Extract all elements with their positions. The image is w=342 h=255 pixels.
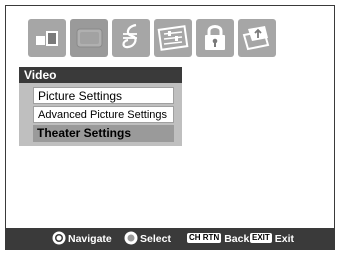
menu-item-advanced-picture-settings[interactable]: Advanced Picture Settings bbox=[33, 106, 174, 123]
tab-lock[interactable] bbox=[196, 19, 234, 57]
exit-key: EXIT bbox=[250, 233, 272, 244]
setup-icon bbox=[157, 25, 189, 51]
navigate-label: Navigate bbox=[68, 233, 112, 245]
footer-navigate: Navigate bbox=[52, 228, 112, 250]
footer-bar: Navigate Select CH RTN Back EXIT Exit bbox=[5, 228, 335, 250]
tab-audio[interactable] bbox=[112, 19, 150, 57]
tab-picture[interactable] bbox=[28, 19, 66, 57]
footer-select: Select bbox=[124, 228, 171, 250]
footer-exit: EXIT Exit bbox=[250, 228, 294, 250]
menu-item-picture-settings[interactable]: Picture Settings bbox=[33, 87, 174, 104]
lock-icon bbox=[205, 25, 225, 50]
menu-title: Video bbox=[19, 67, 182, 83]
tab-setup[interactable] bbox=[154, 19, 192, 57]
menu-panel: Picture Settings Advanced Picture Settin… bbox=[19, 83, 182, 146]
picture-icon bbox=[36, 31, 58, 46]
applications-icon bbox=[242, 26, 270, 51]
video-icon bbox=[76, 28, 103, 48]
tv-menu-screen: Video Picture Settings Advanced Picture … bbox=[5, 5, 335, 250]
back-label: Back bbox=[224, 233, 250, 245]
footer-back: CH RTN Back bbox=[187, 228, 249, 250]
menu-item-theater-settings[interactable]: Theater Settings bbox=[33, 125, 174, 142]
tab-video[interactable] bbox=[70, 19, 108, 57]
exit-label: Exit bbox=[274, 233, 295, 245]
select-button-icon bbox=[124, 231, 138, 245]
select-label: Select bbox=[140, 233, 171, 245]
ch-rtn-key: CH RTN bbox=[187, 233, 222, 244]
navigate-dpad-icon bbox=[52, 231, 66, 245]
audio-icon bbox=[122, 23, 137, 49]
tab-applications[interactable] bbox=[238, 19, 276, 57]
